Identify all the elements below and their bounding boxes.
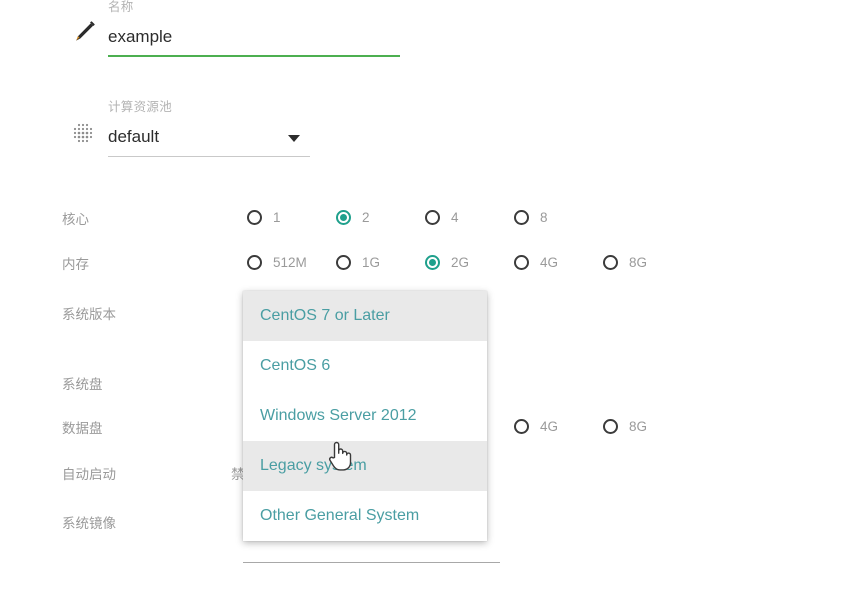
radio-circle [603, 254, 618, 270]
row-label-os-version: 系统版本 [62, 307, 116, 322]
radio-label: 512M [273, 254, 307, 270]
radio-circle [425, 254, 440, 270]
vm-create-form: 名称 example 计算资源池 default 核心 1 2 4 8 内存 5… [0, 0, 865, 608]
row-memory: 内存 512M 1G 2G 4G 8G [0, 247, 865, 277]
radio-label: 4G [540, 254, 559, 270]
radio-cores-2[interactable]: 2 [336, 202, 370, 232]
radio-label: 4 [451, 209, 459, 225]
pencil-icon [68, 18, 102, 52]
radio-circle [336, 254, 351, 270]
radio-label: 1G [362, 254, 381, 270]
radio-label: 2G [451, 254, 470, 270]
row-label-system-disk: 系统盘 [62, 377, 103, 392]
dropdown-item-centos6[interactable]: CentOS 6 [243, 341, 487, 391]
pool-field-body: 计算资源池 default [108, 100, 310, 157]
radio-group-cores: 1 2 4 8 [0, 202, 865, 232]
radio-label: 8 [540, 209, 548, 225]
pool-field-caption: 计算资源池 [108, 100, 173, 114]
radio-circle [247, 209, 262, 225]
dropdown-item-label: CentOS 6 [260, 357, 331, 374]
radio-cores-1[interactable]: 1 [247, 202, 281, 232]
radio-memory-2g[interactable]: 2G [425, 247, 469, 277]
dropdown-item-label: CentOS 7 or Later [260, 307, 390, 324]
radio-group-memory: 512M 1G 2G 4G 8G [0, 247, 865, 277]
radio-circle [336, 209, 351, 225]
dropdown-item-label: Other General System [260, 507, 420, 524]
row-cores: 核心 1 2 4 8 [0, 202, 865, 232]
os-version-dropdown[interactable]: CentOS 7 or Later CentOS 6 Windows Serve… [243, 291, 487, 541]
dropdown-item-label: Windows Server 2012 [260, 407, 417, 424]
dropdown-item-label: Legacy system [260, 457, 367, 474]
radio-label: 8G [629, 418, 648, 434]
pool-field-underline [108, 156, 310, 157]
radio-circle [514, 209, 529, 225]
radio-memory-512m[interactable]: 512M [247, 247, 307, 277]
radio-memory-1g[interactable]: 1G [336, 247, 380, 277]
radio-circle [247, 254, 262, 270]
radio-label: 1 [273, 209, 281, 225]
radio-label: 4G [540, 418, 559, 434]
dropdown-item-windows-server-2012[interactable]: Windows Server 2012 [243, 391, 487, 441]
grid-dots-icon [68, 118, 102, 152]
radio-cores-8[interactable]: 8 [514, 202, 548, 232]
name-field-body: 名称 example [108, 0, 400, 57]
dropdown-item-other-general-system[interactable]: Other General System [243, 491, 487, 541]
pool-select-value: default [108, 127, 160, 146]
system-image-underline [243, 562, 500, 563]
row-label-system-image: 系统镜像 [62, 516, 116, 531]
radio-label: 2 [362, 209, 370, 225]
chevron-down-icon[interactable] [288, 135, 300, 142]
name-input[interactable]: example [108, 23, 400, 51]
radio-cores-4[interactable]: 4 [425, 202, 459, 232]
dropdown-item-centos7[interactable]: CentOS 7 or Later [243, 291, 487, 341]
radio-label: 8G [629, 254, 648, 270]
row-label-autostart: 自动启动 [62, 467, 116, 482]
radio-data-disk-8g[interactable]: 8G [603, 411, 647, 441]
radio-data-disk-4g[interactable]: 4G [514, 411, 558, 441]
dropdown-item-legacy-system[interactable]: Legacy system [243, 441, 487, 491]
radio-circle [603, 418, 618, 434]
radio-memory-8g[interactable]: 8G [603, 247, 647, 277]
radio-memory-4g[interactable]: 4G [514, 247, 558, 277]
radio-circle [514, 418, 529, 434]
radio-circle [514, 254, 529, 270]
name-field-underline [108, 55, 400, 57]
pool-select[interactable]: default [108, 123, 310, 151]
name-field-caption: 名称 [108, 0, 134, 14]
radio-circle [425, 209, 440, 225]
